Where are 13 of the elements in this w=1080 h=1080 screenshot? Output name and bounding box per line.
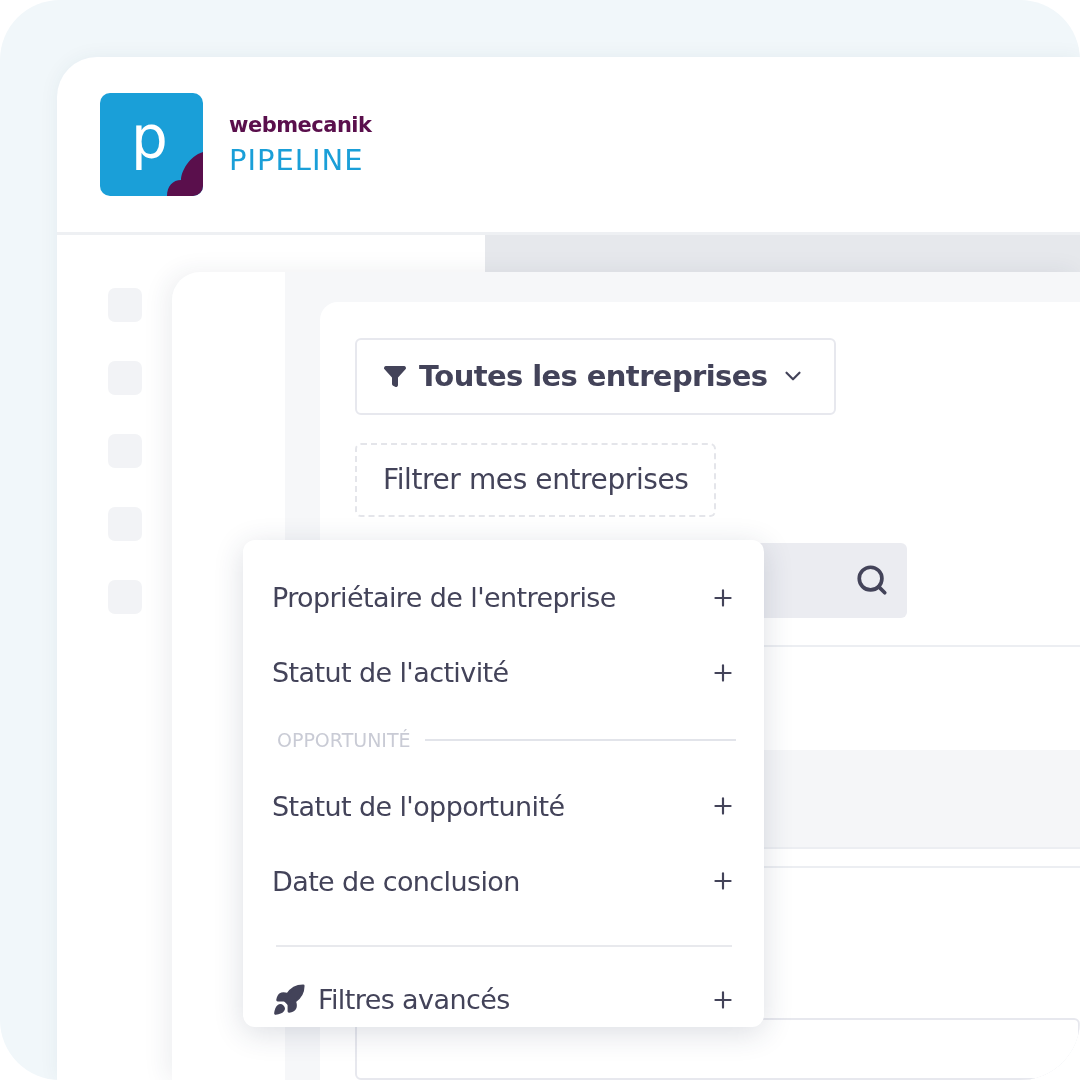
my-filter-button[interactable]: Filtrer mes entreprises — [355, 442, 717, 517]
rocket-icon — [272, 983, 306, 1017]
product-name: PIPELINE — [229, 142, 365, 177]
menu-item[interactable]: Filtres avancés — [272, 972, 736, 1027]
brand-name: webmecanik — [229, 112, 372, 137]
filter-dropdown[interactable]: Toutes les entreprises — [355, 338, 836, 415]
menu-item[interactable]: Propriétaire de l'entreprise — [272, 560, 736, 636]
menu-item[interactable]: Date de conclusion — [272, 843, 736, 920]
logo-tile: p — [100, 93, 203, 196]
search-icon — [855, 563, 889, 598]
menu-item[interactable]: Statut de l'opportunité — [272, 768, 736, 844]
filter-icon — [383, 364, 407, 389]
menu-item[interactable]: Statut de l'activité — [272, 635, 736, 711]
